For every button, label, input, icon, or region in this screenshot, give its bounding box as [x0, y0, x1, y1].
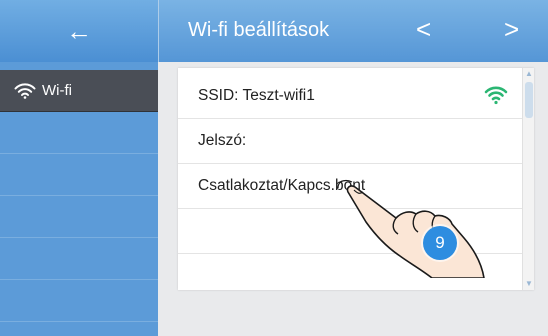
- scroll-down-arrow-icon[interactable]: ▼: [525, 280, 533, 288]
- sidebar-empty-item: [0, 112, 158, 154]
- tap-hand-icon: [337, 179, 485, 278]
- sidebar-empty-item: [0, 238, 158, 280]
- next-page-button[interactable]: >: [504, 14, 519, 45]
- title-area: Wi-fi beállítások < >: [158, 0, 548, 62]
- ssid-row[interactable]: SSID: Teszt-wifi1: [178, 74, 522, 119]
- ssid-label: SSID: Teszt-wifi1: [198, 87, 315, 104]
- page-title: Wi-fi beállítások: [188, 19, 330, 41]
- back-arrow-icon: ←: [66, 15, 92, 46]
- scroll-thumb[interactable]: [525, 82, 533, 118]
- wifi-signal-icon: [484, 85, 508, 110]
- sidebar-empty-item: [0, 154, 158, 196]
- top-bar: ← Wi-fi beállítások < >: [0, 0, 548, 62]
- password-label: Jelszó:: [198, 132, 247, 149]
- wifi-icon: [14, 82, 36, 99]
- password-row[interactable]: Jelszó:: [178, 119, 522, 164]
- previous-page-button[interactable]: <: [416, 14, 431, 45]
- sidebar-empty-item: [0, 196, 158, 238]
- sidebar: Wi-fi: [0, 62, 158, 336]
- sidebar-empty-item: [0, 280, 158, 322]
- header-divider: [158, 0, 159, 62]
- step-number-badge: 9: [423, 226, 457, 260]
- scroll-up-arrow-icon[interactable]: ▲: [525, 70, 533, 78]
- sidebar-item-label: Wi-fi: [42, 82, 72, 99]
- sidebar-item-wifi[interactable]: Wi-fi: [0, 70, 158, 112]
- back-button[interactable]: ←: [0, 0, 158, 62]
- scrollbar[interactable]: ▲ ▼: [522, 68, 534, 290]
